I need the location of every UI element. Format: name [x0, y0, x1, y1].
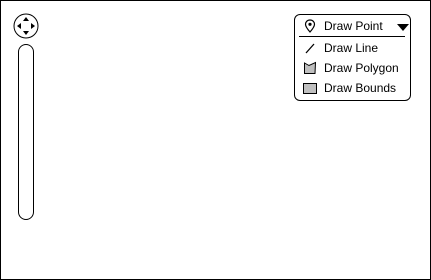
draw-tools-menu: Draw Point Draw Line Draw Polygon Draw B… [294, 14, 411, 101]
polygon-icon [303, 61, 317, 75]
draw-point-label: Draw Point [324, 19, 383, 33]
pan-control[interactable] [13, 13, 39, 39]
draw-polygon-option[interactable]: Draw Polygon [295, 58, 410, 78]
draw-bounds-label: Draw Bounds [324, 81, 397, 95]
draw-bounds-option[interactable]: Draw Bounds [295, 78, 410, 98]
draw-line-label: Draw Line [324, 41, 379, 55]
menu-divider [299, 36, 405, 37]
pan-arrows-icon [13, 13, 39, 39]
draw-point-option[interactable]: Draw Point [295, 16, 410, 36]
rectangle-icon [303, 81, 317, 95]
draw-polygon-label: Draw Polygon [324, 61, 399, 75]
draw-line-option[interactable]: Draw Line [295, 38, 410, 58]
line-icon [303, 41, 317, 55]
map-canvas[interactable]: Draw Point Draw Line Draw Polygon Draw B… [0, 0, 431, 280]
zoom-slider[interactable] [18, 44, 34, 220]
map-pin-icon [303, 19, 317, 33]
caret-down-icon[interactable] [397, 24, 409, 31]
